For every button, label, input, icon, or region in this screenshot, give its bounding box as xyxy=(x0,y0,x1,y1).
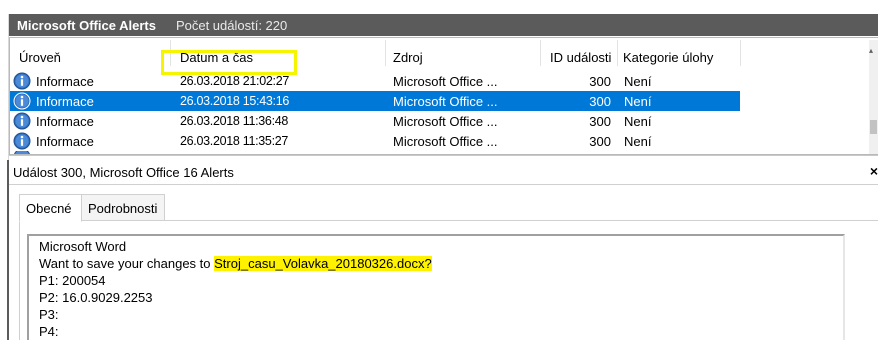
event-detail-header: Událost 300, Microsoft Office 16 Alerts … xyxy=(9,160,878,185)
info-icon xyxy=(13,112,31,130)
row-level: Informace xyxy=(36,94,94,109)
row-category: Není xyxy=(624,74,652,89)
event-description[interactable]: Microsoft Word Want to save your changes… xyxy=(27,234,845,340)
scrollbar-thumb[interactable] xyxy=(870,120,877,134)
column-header-category[interactable]: Kategorie úlohy xyxy=(623,50,713,65)
row-event-id: 300 xyxy=(589,134,611,149)
description-line: P2: 16.0.9029.2253 xyxy=(39,290,153,305)
list-scrollbar[interactable]: ▴ xyxy=(869,40,878,154)
table-row[interactable]: Informace 26.03.2018 11:35:27 Microsoft … xyxy=(10,131,740,151)
table-row[interactable]: Informace 26.03.2018 11:36:48 Microsoft … xyxy=(10,111,740,131)
row-event-id: 300 xyxy=(589,94,611,109)
column-header-source[interactable]: Zdroj xyxy=(393,50,423,65)
log-title-bar: Microsoft Office Alerts Počet událostí: … xyxy=(9,14,878,36)
scroll-up-icon[interactable]: ▴ xyxy=(869,46,873,55)
table-row[interactable]: Informace 26.03.2018 21:02:27 Microsoft … xyxy=(10,71,740,91)
event-detail-title: Událost 300, Microsoft Office 16 Alerts xyxy=(13,165,234,180)
column-headers: Úroveň Datum a čas Zdroj ID události Kat… xyxy=(10,38,878,68)
row-level: Informace xyxy=(36,114,94,129)
description-text: Want to save your changes to xyxy=(39,256,215,271)
row-datetime: 26.03.2018 15:43:16 xyxy=(180,94,289,108)
tab-general-label: Obecné xyxy=(26,201,72,216)
log-name: Microsoft Office Alerts xyxy=(17,17,156,33)
description-line: P1: 200054 xyxy=(39,273,106,288)
info-icon xyxy=(13,132,31,150)
info-icon xyxy=(13,72,31,90)
row-source: Microsoft Office ... xyxy=(393,74,498,89)
row-source: Microsoft Office ... xyxy=(393,114,498,129)
column-separator[interactable] xyxy=(540,40,541,66)
pane-splitter[interactable] xyxy=(9,155,878,159)
column-separator[interactable] xyxy=(385,40,386,66)
description-line: Microsoft Word xyxy=(39,239,127,254)
table-row-selected[interactable]: Informace 26.03.2018 15:43:16 Microsoft … xyxy=(10,91,740,111)
description-line: Want to save your changes to Stroj_casu_… xyxy=(39,256,432,271)
description-line: P3: xyxy=(39,307,59,322)
row-level: Informace xyxy=(36,74,94,89)
event-count: Počet událostí: 220 xyxy=(175,17,288,33)
row-datetime: 26.03.2018 11:36:48 xyxy=(180,114,289,128)
tab-details[interactable]: Podrobnosti xyxy=(81,194,165,221)
row-event-id: 300 xyxy=(589,114,611,129)
tab-details-label: Podrobnosti xyxy=(88,201,158,216)
row-source: Microsoft Office ... xyxy=(393,94,498,109)
column-separator[interactable] xyxy=(740,40,741,66)
row-datetime: 26.03.2018 11:35:27 xyxy=(180,134,289,148)
row-category: Není xyxy=(624,94,652,109)
description-line: P4: xyxy=(39,324,59,339)
row-datetime: 26.03.2018 21:02:27 xyxy=(180,74,289,88)
column-separator[interactable] xyxy=(617,40,618,66)
row-source: Microsoft Office ... xyxy=(393,134,498,149)
close-icon[interactable]: × xyxy=(870,163,878,179)
column-header-event-id[interactable]: ID události xyxy=(550,50,611,65)
info-icon xyxy=(13,92,31,110)
left-border xyxy=(7,160,9,340)
datetime-highlight-box xyxy=(161,50,297,75)
row-event-id: 300 xyxy=(589,74,611,89)
highlighted-filename: Stroj_casu_Volavka_20180326.docx? xyxy=(214,256,432,271)
row-category: Není xyxy=(624,114,652,129)
row-level: Informace xyxy=(36,134,94,149)
row-category: Není xyxy=(624,134,652,149)
event-list[interactable]: Úroveň Datum a čas Zdroj ID události Kat… xyxy=(9,37,878,155)
tab-general[interactable]: Obecné xyxy=(19,194,82,222)
column-header-level[interactable]: Úroveň xyxy=(19,50,61,65)
